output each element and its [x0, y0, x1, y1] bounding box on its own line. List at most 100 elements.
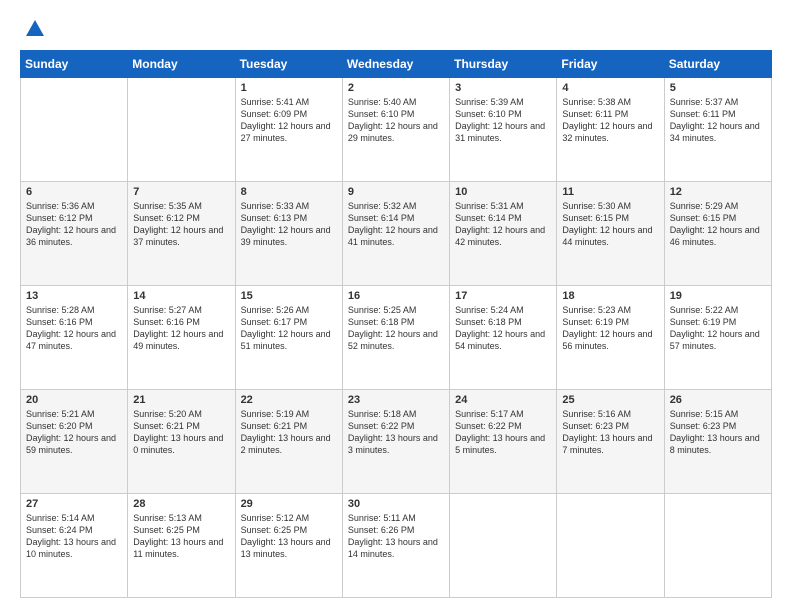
day-number: 8: [241, 186, 337, 198]
calendar-cell: 21 Sunrise: 5:20 AM Sunset: 6:21 PM Dayli…: [128, 390, 235, 494]
day-info: Sunrise: 5:26 AM Sunset: 6:17 PM Dayligh…: [241, 304, 337, 353]
day-info: Sunrise: 5:37 AM Sunset: 6:11 PM Dayligh…: [670, 96, 766, 145]
day-number: 18: [562, 290, 658, 302]
logo: [20, 18, 46, 40]
day-info: Sunrise: 5:38 AM Sunset: 6:11 PM Dayligh…: [562, 96, 658, 145]
day-number: 10: [455, 186, 551, 198]
calendar-cell: 29 Sunrise: 5:12 AM Sunset: 6:25 PM Dayli…: [235, 494, 342, 598]
day-number: 26: [670, 394, 766, 406]
day-info: Sunrise: 5:41 AM Sunset: 6:09 PM Dayligh…: [241, 96, 337, 145]
day-info: Sunrise: 5:12 AM Sunset: 6:25 PM Dayligh…: [241, 512, 337, 561]
calendar-cell: 9 Sunrise: 5:32 AM Sunset: 6:14 PM Daylig…: [342, 182, 449, 286]
day-number: 23: [348, 394, 444, 406]
calendar-cell: 25Sunrise: 5:16 AM Sunset: 6:23 PM Dayli…: [557, 390, 664, 494]
weekday-header-friday: Friday: [557, 51, 664, 78]
day-info: Sunrise: 5:20 AM Sunset: 6:21 PM Dayligh…: [133, 408, 229, 457]
day-number: 3: [455, 82, 551, 94]
day-number: 4: [562, 82, 658, 94]
calendar-cell: 4 Sunrise: 5:38 AM Sunset: 6:11 PM Daylig…: [557, 78, 664, 182]
calendar-cell: 1 Sunrise: 5:41 AM Sunset: 6:09 PM Daylig…: [235, 78, 342, 182]
calendar-cell: 3 Sunrise: 5:39 AM Sunset: 6:10 PM Daylig…: [450, 78, 557, 182]
day-info: Sunrise: 5:33 AM Sunset: 6:13 PM Dayligh…: [241, 200, 337, 249]
calendar-cell: 14 Sunrise: 5:27 AM Sunset: 6:16 PM Dayli…: [128, 286, 235, 390]
day-info: Sunrise: 5:39 AM Sunset: 6:10 PM Dayligh…: [455, 96, 551, 145]
calendar-cell: 5 Sunrise: 5:37 AM Sunset: 6:11 PM Daylig…: [664, 78, 771, 182]
calendar-cell: 15 Sunrise: 5:26 AM Sunset: 6:17 PM Dayli…: [235, 286, 342, 390]
calendar-cell: 2Sunrise: 5:40 AM Sunset: 6:10 PM Daylig…: [342, 78, 449, 182]
day-number: 30: [348, 498, 444, 510]
calendar-cell: [450, 494, 557, 598]
calendar-table: SundayMondayTuesdayWednesdayThursdayFrid…: [20, 50, 772, 598]
weekday-header-saturday: Saturday: [664, 51, 771, 78]
calendar-cell: 19Sunrise: 5:22 AM Sunset: 6:19 PM Dayli…: [664, 286, 771, 390]
calendar-cell: 6 Sunrise: 5:36 AM Sunset: 6:12 PM Daylig…: [21, 182, 128, 286]
calendar-cell: 11 Sunrise: 5:30 AM Sunset: 6:15 PM Dayli…: [557, 182, 664, 286]
day-info: Sunrise: 5:24 AM Sunset: 6:18 PM Dayligh…: [455, 304, 551, 353]
calendar-cell: 17 Sunrise: 5:24 AM Sunset: 6:18 PM Dayli…: [450, 286, 557, 390]
day-number: 16: [348, 290, 444, 302]
calendar-cell: 13Sunrise: 5:28 AM Sunset: 6:16 PM Dayli…: [21, 286, 128, 390]
weekday-header-thursday: Thursday: [450, 51, 557, 78]
day-info: Sunrise: 5:27 AM Sunset: 6:16 PM Dayligh…: [133, 304, 229, 353]
day-info: Sunrise: 5:40 AM Sunset: 6:10 PM Dayligh…: [348, 96, 444, 145]
day-info: Sunrise: 5:18 AM Sunset: 6:22 PM Dayligh…: [348, 408, 444, 457]
day-number: 5: [670, 82, 766, 94]
calendar-cell: [557, 494, 664, 598]
page-header: [20, 18, 772, 40]
calendar-cell: 16 Sunrise: 5:25 AM Sunset: 6:18 PM Dayli…: [342, 286, 449, 390]
day-number: 17: [455, 290, 551, 302]
day-number: 7: [133, 186, 229, 198]
calendar-week-row: 27 Sunrise: 5:14 AM Sunset: 6:24 PM Dayli…: [21, 494, 772, 598]
day-info: Sunrise: 5:25 AM Sunset: 6:18 PM Dayligh…: [348, 304, 444, 353]
day-info: Sunrise: 5:23 AM Sunset: 6:19 PM Dayligh…: [562, 304, 658, 353]
day-number: 21: [133, 394, 229, 406]
day-info: Sunrise: 5:31 AM Sunset: 6:14 PM Dayligh…: [455, 200, 551, 249]
calendar-cell: 27 Sunrise: 5:14 AM Sunset: 6:24 PM Dayli…: [21, 494, 128, 598]
calendar-cell: 26Sunrise: 5:15 AM Sunset: 6:23 PM Dayli…: [664, 390, 771, 494]
day-number: 11: [562, 186, 658, 198]
day-number: 24: [455, 394, 551, 406]
day-info: Sunrise: 5:14 AM Sunset: 6:24 PM Dayligh…: [26, 512, 122, 561]
day-info: Sunrise: 5:35 AM Sunset: 6:12 PM Dayligh…: [133, 200, 229, 249]
calendar-header-row: SundayMondayTuesdayWednesdayThursdayFrid…: [21, 51, 772, 78]
day-number: 6: [26, 186, 122, 198]
calendar-week-row: 20Sunrise: 5:21 AM Sunset: 6:20 PM Dayli…: [21, 390, 772, 494]
calendar-cell: 20Sunrise: 5:21 AM Sunset: 6:20 PM Dayli…: [21, 390, 128, 494]
day-number: 14: [133, 290, 229, 302]
calendar-cell: 23 Sunrise: 5:18 AM Sunset: 6:22 PM Dayli…: [342, 390, 449, 494]
calendar-cell: 28 Sunrise: 5:13 AM Sunset: 6:25 PM Dayli…: [128, 494, 235, 598]
calendar-cell: 22 Sunrise: 5:19 AM Sunset: 6:21 PM Dayli…: [235, 390, 342, 494]
calendar-cell: 24Sunrise: 5:17 AM Sunset: 6:22 PM Dayli…: [450, 390, 557, 494]
day-info: Sunrise: 5:13 AM Sunset: 6:25 PM Dayligh…: [133, 512, 229, 561]
calendar-cell: 8 Sunrise: 5:33 AM Sunset: 6:13 PM Daylig…: [235, 182, 342, 286]
day-number: 9: [348, 186, 444, 198]
calendar-cell: 30Sunrise: 5:11 AM Sunset: 6:26 PM Dayli…: [342, 494, 449, 598]
calendar-week-row: 13Sunrise: 5:28 AM Sunset: 6:16 PM Dayli…: [21, 286, 772, 390]
day-info: Sunrise: 5:29 AM Sunset: 6:15 PM Dayligh…: [670, 200, 766, 249]
day-info: Sunrise: 5:22 AM Sunset: 6:19 PM Dayligh…: [670, 304, 766, 353]
day-info: Sunrise: 5:19 AM Sunset: 6:21 PM Dayligh…: [241, 408, 337, 457]
weekday-header-wednesday: Wednesday: [342, 51, 449, 78]
calendar-week-row: 1 Sunrise: 5:41 AM Sunset: 6:09 PM Daylig…: [21, 78, 772, 182]
weekday-header-monday: Monday: [128, 51, 235, 78]
day-number: 27: [26, 498, 122, 510]
day-info: Sunrise: 5:32 AM Sunset: 6:14 PM Dayligh…: [348, 200, 444, 249]
day-number: 20: [26, 394, 122, 406]
day-number: 29: [241, 498, 337, 510]
calendar-cell: [21, 78, 128, 182]
day-number: 15: [241, 290, 337, 302]
day-info: Sunrise: 5:28 AM Sunset: 6:16 PM Dayligh…: [26, 304, 122, 353]
calendar-week-row: 6 Sunrise: 5:36 AM Sunset: 6:12 PM Daylig…: [21, 182, 772, 286]
day-info: Sunrise: 5:36 AM Sunset: 6:12 PM Dayligh…: [26, 200, 122, 249]
calendar-cell: 7 Sunrise: 5:35 AM Sunset: 6:12 PM Daylig…: [128, 182, 235, 286]
calendar-cell: [128, 78, 235, 182]
calendar-cell: 18 Sunrise: 5:23 AM Sunset: 6:19 PM Dayli…: [557, 286, 664, 390]
day-number: 1: [241, 82, 337, 94]
day-number: 22: [241, 394, 337, 406]
day-info: Sunrise: 5:30 AM Sunset: 6:15 PM Dayligh…: [562, 200, 658, 249]
logo-icon: [24, 18, 46, 40]
day-number: 28: [133, 498, 229, 510]
calendar-cell: [664, 494, 771, 598]
weekday-header-sunday: Sunday: [21, 51, 128, 78]
day-number: 25: [562, 394, 658, 406]
